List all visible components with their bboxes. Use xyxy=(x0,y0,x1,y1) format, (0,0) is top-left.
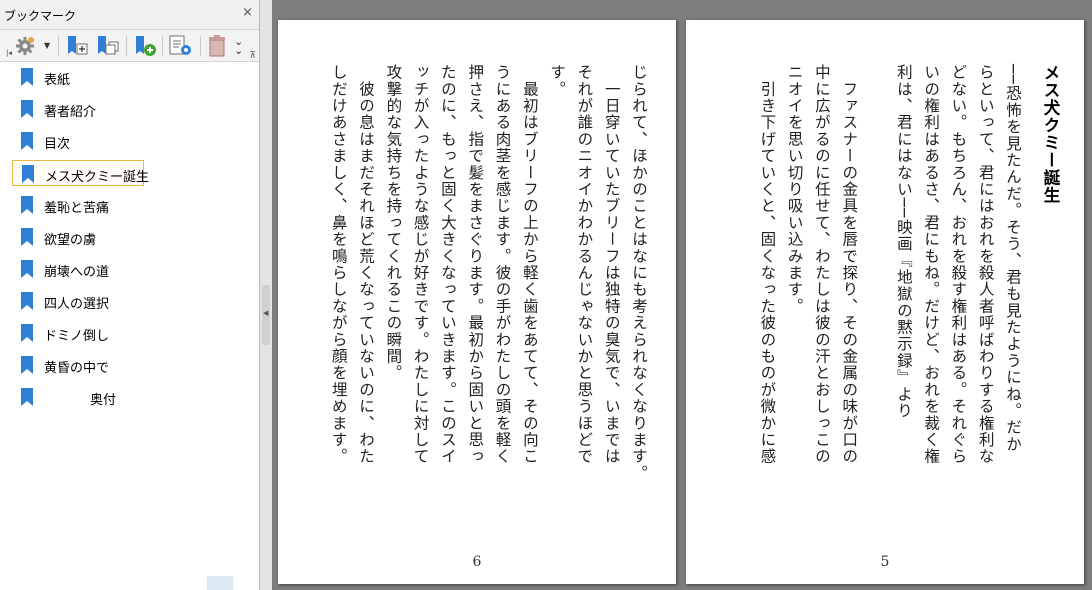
options-menu-button[interactable]: |◂ ▼ xyxy=(6,35,54,57)
document-viewport[interactable]: じられて、ほかのことはなにも考えられなくなります。 一日穿いていたブリーフは独特… xyxy=(272,0,1092,590)
page-5: メス犬クミー誕生 ──恐怖を見たんだ。そう、君も見たようにね。だか らといって、… xyxy=(686,20,1084,584)
bookmark-ribbon-icon xyxy=(21,292,33,310)
bookmark-ribbon-icon xyxy=(22,165,34,183)
new-bookmark-button[interactable] xyxy=(134,35,158,57)
page-6-body-text: じられて、ほかのことはなにも考えられなくなります。 一日穿いていたブリーフは独特… xyxy=(329,64,648,482)
bookmarks-panel: ブックマーク × |◂ ▼ ⌄ ⌄ ⊼ 表紙 著者紹介 目次 メス犬クミー誕生 … xyxy=(0,0,260,590)
bookmark-item[interactable]: 羞恥と苦痛 xyxy=(12,192,144,218)
bookmark-item[interactable]: 著者紹介 xyxy=(12,96,144,122)
gear-icon xyxy=(16,37,34,55)
page-number: 6 xyxy=(472,554,482,570)
bookmark-label: ドミノ倒し xyxy=(44,329,110,344)
chapter-title: メス犬クミー誕生 xyxy=(1041,64,1060,204)
bookmark-item[interactable]: ドミノ倒し xyxy=(12,320,144,346)
bookmark-ribbon-icon xyxy=(21,68,33,86)
panel-title-bar: ブックマーク × xyxy=(0,0,259,30)
resize-handle-icon: |◂ xyxy=(6,49,12,57)
delete-bookmark-button[interactable] xyxy=(207,35,227,57)
bookmark-label: 欲望の虜 xyxy=(44,233,97,248)
new-bookmark-icon xyxy=(136,36,156,56)
bookmark-label: 崩壊への道 xyxy=(44,265,110,280)
toolbar-separator xyxy=(200,36,201,56)
bookmark-ribbon-icon xyxy=(21,100,33,118)
bookmark-ribbon-icon xyxy=(21,196,33,214)
bookmark-item[interactable]: 目次 xyxy=(12,128,144,154)
bookmark-item[interactable]: 黄昏の中で xyxy=(12,352,144,378)
double-chevron-down-icon: ⌄ ⌄ xyxy=(234,35,244,57)
bookmark-label: 奥付 xyxy=(90,393,117,408)
collapse-bookmark-button[interactable] xyxy=(96,35,120,57)
bookmark-item[interactable]: 奥付 xyxy=(12,384,144,410)
collapse-arrow-icon[interactable]: ◀ xyxy=(263,309,268,317)
bookmark-ribbon-icon xyxy=(21,132,33,150)
panel-splitter[interactable]: ◀ xyxy=(260,0,272,590)
page-number: 5 xyxy=(880,554,890,570)
bookmark-collapse-icon xyxy=(98,36,119,55)
bookmark-ribbon-icon xyxy=(21,356,33,374)
bookmark-ribbon-icon xyxy=(21,228,33,246)
toolbar-separator xyxy=(126,36,127,56)
bookmark-label: 羞恥と苦痛 xyxy=(44,201,110,216)
bookmark-ribbon-icon xyxy=(21,388,33,406)
bookmark-label: メス犬クミー誕生 xyxy=(45,170,150,185)
panel-close-button[interactable]: × xyxy=(242,5,253,20)
expand-bookmark-button[interactable] xyxy=(66,35,90,57)
pin-icon: ⊼ xyxy=(249,51,256,61)
toolbar-separator xyxy=(58,36,59,56)
more-tools-button[interactable]: ⌄ ⌄ xyxy=(232,35,246,57)
trash-icon xyxy=(209,35,225,57)
bookmark-label: 表紙 xyxy=(44,73,71,88)
bookmark-item[interactable]: 表紙 xyxy=(12,64,144,90)
bookmark-item[interactable]: 崩壊への道 xyxy=(12,256,144,282)
bookmark-label: 四人の選択 xyxy=(44,297,110,312)
bookmark-label: 著者紹介 xyxy=(44,105,97,120)
bookmark-item[interactable]: 欲望の虜 xyxy=(12,224,144,250)
bookmark-ribbon-icon xyxy=(21,324,33,342)
bookmark-properties-button[interactable] xyxy=(168,35,194,57)
scroll-corner xyxy=(207,576,233,590)
panel-title: ブックマーク xyxy=(4,9,77,23)
bookmark-expand-icon xyxy=(68,36,88,55)
page-5-body-text: ──恐怖を見たんだ。そう、君も見たようにね。だか らといって、君にはおれを殺人者… xyxy=(758,64,1022,465)
bookmark-item[interactable]: 四人の選択 xyxy=(12,288,144,314)
bookmark-label: 目次 xyxy=(44,137,71,152)
dropdown-arrow-icon: ▼ xyxy=(44,41,51,50)
bookmark-toolbar: |◂ ▼ ⌄ ⌄ ⊼ xyxy=(0,30,259,62)
bookmark-ribbon-icon xyxy=(21,260,33,278)
page-6: じられて、ほかのことはなにも考えられなくなります。 一日穿いていたブリーフは独特… xyxy=(278,20,676,584)
bookmark-label: 黄昏の中で xyxy=(44,361,110,376)
bookmark-properties-icon xyxy=(169,35,191,55)
toolbar-separator xyxy=(162,36,163,56)
bookmark-item[interactable]: メス犬クミー誕生 xyxy=(12,160,149,186)
